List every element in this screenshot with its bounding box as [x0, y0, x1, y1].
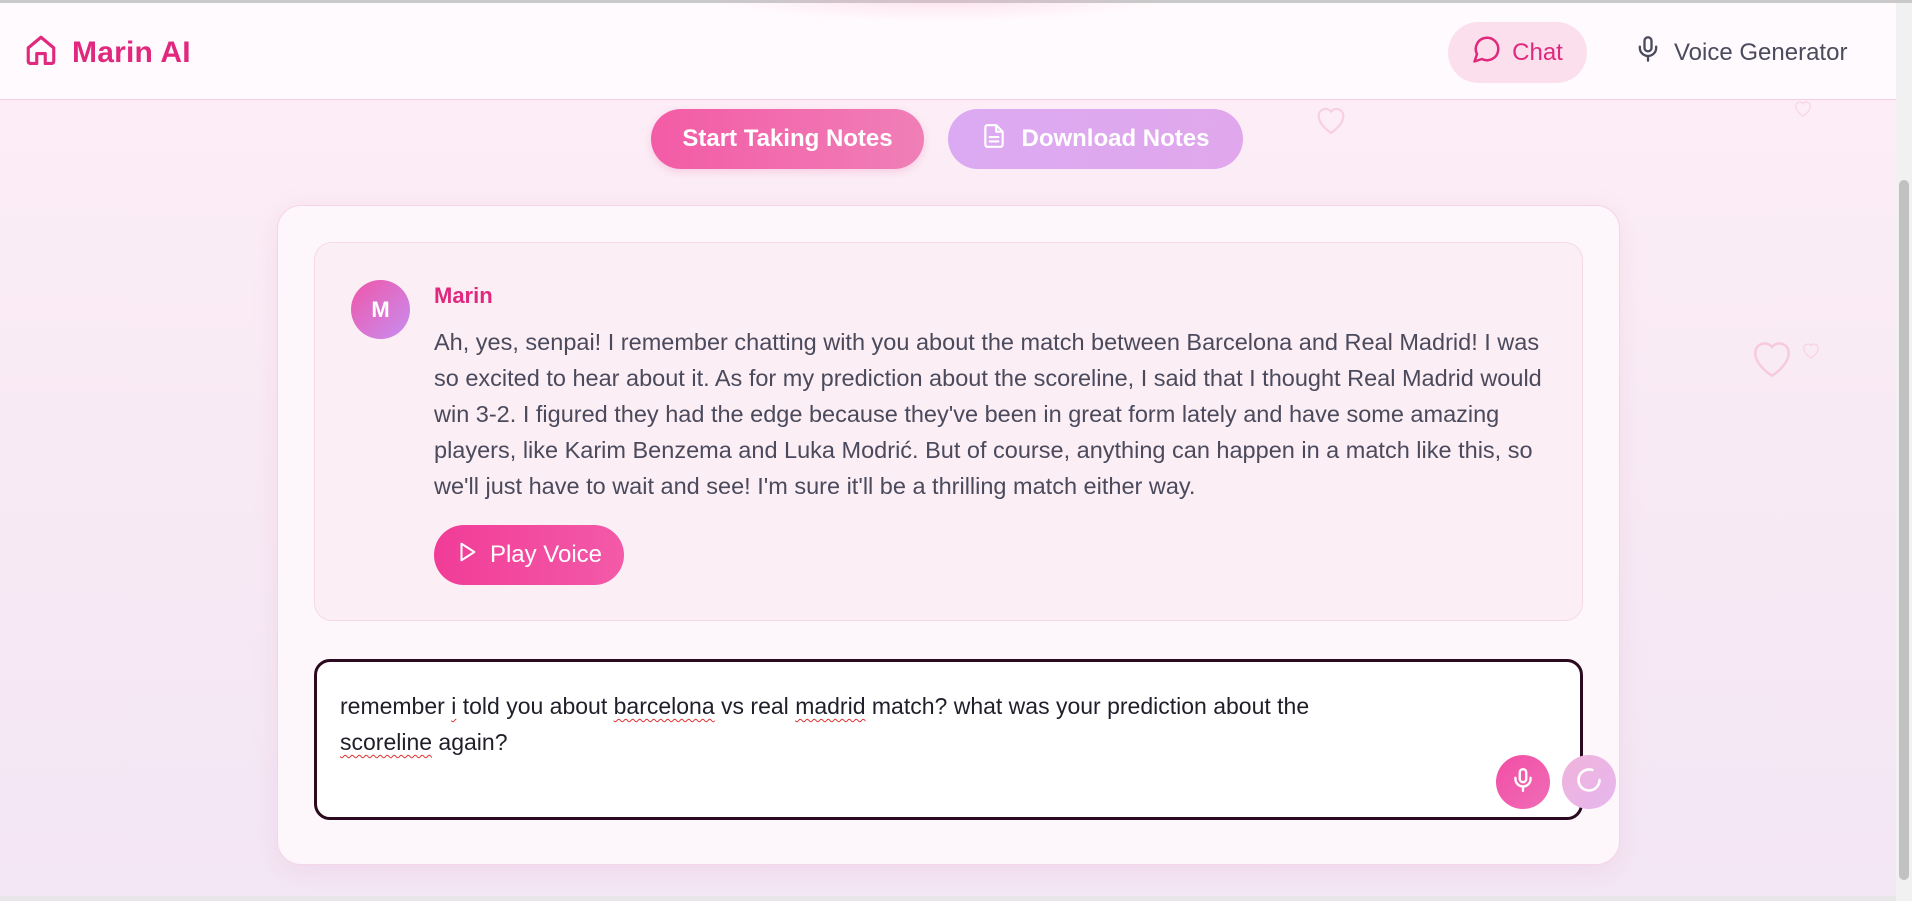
input-text-part: remember [340, 693, 452, 719]
nav-chat-label: Chat [1512, 38, 1563, 66]
misspelled-word: barcelona [613, 693, 715, 719]
send-button-loading[interactable] [1562, 755, 1616, 809]
home-icon [24, 33, 58, 72]
download-notes-label: Download Notes [1021, 125, 1210, 152]
record-voice-button[interactable] [1496, 755, 1550, 809]
microphone-icon [1634, 34, 1662, 71]
play-voice-label: Play Voice [489, 541, 603, 568]
download-notes-button[interactable]: Download Notes [948, 109, 1243, 169]
input-text-part: vs real [714, 693, 796, 719]
microphone-icon [1510, 766, 1536, 799]
nav-voice-generator[interactable]: Voice Generator [1634, 22, 1847, 83]
app-page: Marin AI Chat Voice Generator Start Taki… [0, 0, 1912, 901]
play-icon [456, 540, 478, 571]
misspelled-word: scoreline [340, 729, 433, 755]
message-circle-icon [1472, 34, 1502, 71]
scrollbar-thumb[interactable] [1899, 180, 1909, 880]
chat-card: M Marin Ah, yes, senpai! I remember chat… [277, 205, 1620, 865]
nav-chat[interactable]: Chat [1448, 22, 1587, 83]
message-input[interactable]: remember i told you about barcelona vs r… [314, 659, 1616, 820]
input-text-part: told you about [456, 693, 614, 719]
nav-voice-label: Voice Generator [1674, 38, 1848, 66]
heart-icon [1754, 342, 1790, 378]
loading-spinner-icon [1575, 766, 1603, 799]
input-text-part: match? what was your prediction about th… [865, 693, 1310, 719]
heart-icon [1803, 343, 1819, 359]
top-nav: Marin AI Chat Voice Generator [0, 0, 1896, 100]
message-text: Ah, yes, senpai! I remember chatting wit… [434, 329, 1542, 499]
heart-icon [1795, 101, 1811, 117]
window-bottom-edge [0, 896, 1896, 901]
message-sender: Marin [434, 283, 493, 308]
misspelled-word: madrid [795, 693, 866, 719]
play-voice-button[interactable]: Play Voice [434, 525, 624, 585]
heart-icon [1317, 107, 1345, 135]
message-input-text[interactable]: remember i told you about barcelona vs r… [340, 688, 1400, 760]
brand-link[interactable]: Marin AI [24, 33, 191, 72]
start-taking-notes-button[interactable]: Start Taking Notes [651, 109, 924, 169]
assistant-message: M Marin Ah, yes, senpai! I remember chat… [314, 242, 1583, 621]
header-glow [700, 0, 1180, 23]
brand-title: Marin AI [72, 35, 191, 69]
avatar: M [351, 280, 410, 339]
file-text-icon [981, 121, 1007, 158]
input-text-part: again? [432, 729, 508, 755]
